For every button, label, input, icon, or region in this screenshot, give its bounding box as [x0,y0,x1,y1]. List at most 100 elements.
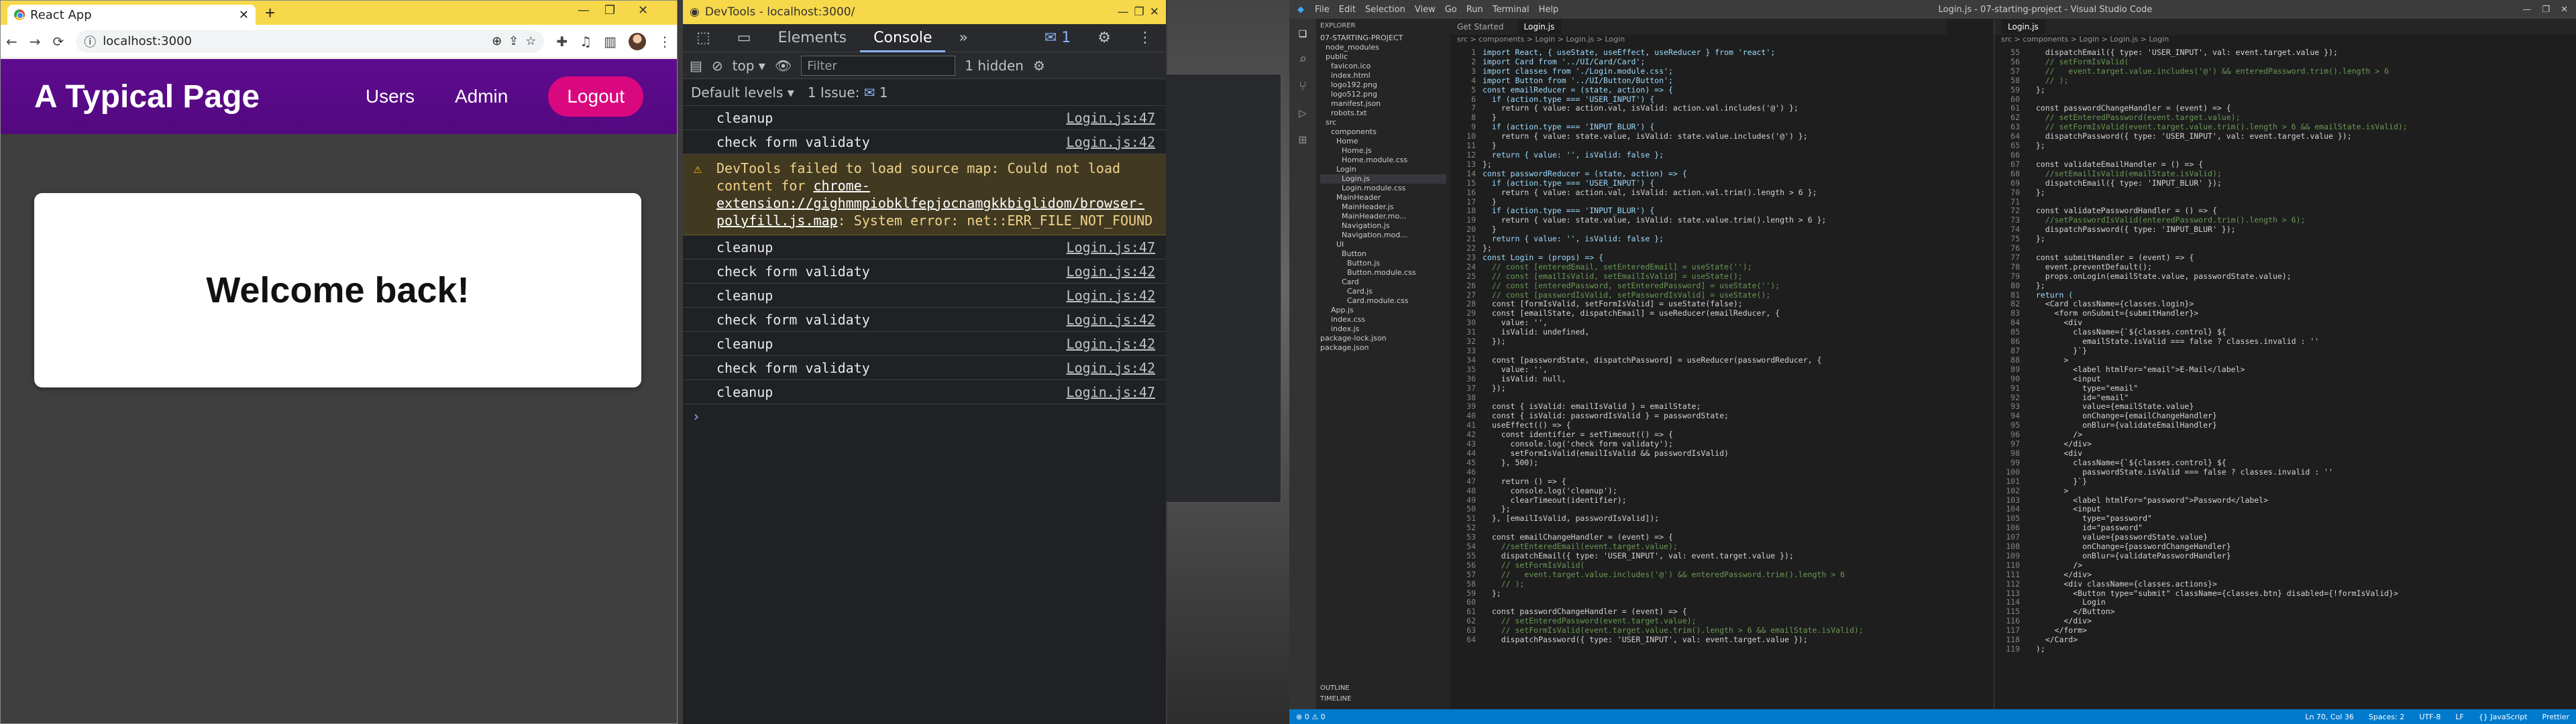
file-tree-item[interactable]: Button.js [1320,259,1446,268]
status-item[interactable]: LF [2455,713,2463,721]
tab-get-started[interactable]: Get Started [1457,22,1504,32]
tab-console[interactable]: Console [860,24,946,52]
timeline-section[interactable]: TIMELINE [1320,695,1351,704]
message-source-link[interactable]: Login.js:42 [1067,263,1155,280]
new-tab-icon[interactable]: + [265,3,275,23]
extensions-icon[interactable]: ⊞ [1289,126,1316,153]
tab-elements[interactable]: Elements [765,24,861,52]
file-tree-item[interactable]: index.css [1320,315,1446,324]
maximize-icon[interactable]: ❐ [2542,5,2550,15]
minimize-icon[interactable]: — [2522,5,2531,15]
file-tree-item[interactable]: Login.js [1320,174,1446,184]
problems-indicator[interactable]: ⊗ 0 ⚠ 0 [1296,713,1326,721]
status-item[interactable]: {} JavaScript [2479,713,2528,721]
console-settings-icon[interactable]: ⚙ [1033,58,1045,74]
filter-input[interactable]: Filter [801,55,956,76]
browser-tab[interactable]: React App ✕ [7,5,256,25]
file-tree-item[interactable]: Card.js [1320,287,1446,296]
message-source-link[interactable]: Login.js:47 [1067,384,1155,400]
file-tree-item[interactable]: Navigation.js [1320,221,1446,231]
message-source-link[interactable]: Login.js:47 [1067,110,1155,126]
search-icon[interactable]: ⌕ [1289,46,1316,72]
issues-link[interactable]: 1 Issue: ✉ 1 [808,84,888,101]
levels-dropdown[interactable]: Default levels ▾ [691,84,794,101]
menu-item[interactable]: File [1315,5,1330,15]
maximize-icon[interactable]: ❐ [604,3,615,17]
file-tree-item[interactable]: Home.module.css [1320,156,1446,165]
outline-section[interactable]: OUTLINE [1320,684,1350,693]
file-tree-item[interactable]: favicon.ico [1320,62,1446,71]
share-icon[interactable]: ⇪ [508,34,519,48]
source-control-icon[interactable]: ⑂ [1289,72,1316,99]
file-tree-item[interactable]: public [1320,52,1446,62]
close-tab-icon[interactable]: ✕ [239,8,249,22]
issues-badge[interactable]: ✉ 1 [1031,24,1084,52]
file-tree-item[interactable]: Home [1320,137,1446,146]
inspect-icon[interactable]: ⬚ [683,24,724,52]
minimize-icon[interactable]: — [578,3,590,17]
minimize-icon[interactable]: — [1118,5,1129,19]
breadcrumb-right[interactable]: src > components > Login > Login.js > Lo… [1994,35,2576,48]
kebab-icon[interactable]: ⋮ [1124,24,1166,52]
sidepanel-icon[interactable]: ▥ [604,34,616,50]
close-window-icon[interactable]: ✕ [1150,5,1159,19]
file-tree-item[interactable]: robots.txt [1320,109,1446,118]
tab-login-js-right[interactable]: Login.js [2001,19,2045,34]
file-tree-item[interactable]: package.json [1320,343,1446,353]
file-tree-item[interactable]: UI [1320,240,1446,249]
menu-item[interactable]: View [1415,5,1436,15]
message-source-link[interactable]: Login.js:42 [1067,360,1155,376]
file-tree-item[interactable]: src [1320,118,1446,127]
close-window-icon[interactable]: ✕ [638,3,648,17]
extensions-icon[interactable]: ✚ [556,34,568,50]
explorer-icon[interactable]: ❏ [1289,19,1316,46]
close-window-icon[interactable]: ✕ [2561,5,2568,15]
file-tree-item[interactable]: Card.module.css [1320,296,1446,306]
live-expression-icon[interactable]: 👁 [775,58,792,74]
file-tree-item[interactable]: App.js [1320,306,1446,315]
file-tree-item[interactable]: Login.module.css [1320,184,1446,193]
reload-icon[interactable]: ⟳ [53,34,64,50]
back-icon[interactable]: ← [6,34,17,50]
file-tree-item[interactable]: MainHeader.js [1320,202,1446,212]
file-tree-item[interactable]: index.js [1320,324,1446,334]
status-item[interactable]: Ln 70, Col 36 [2305,713,2354,721]
menu-item[interactable]: Go [1445,5,1457,15]
file-tree-item[interactable]: logo192.png [1320,80,1446,90]
avatar[interactable] [629,32,646,50]
tab-login-js[interactable]: Login.js [1517,19,1562,34]
nav-admin[interactable]: Admin [455,86,508,107]
more-tabs-icon[interactable]: » [945,24,981,52]
message-source-link[interactable]: Login.js:47 [1067,239,1155,255]
file-tree-item[interactable]: components [1320,127,1446,137]
message-source-link[interactable]: Login.js:42 [1067,312,1155,328]
file-tree-item[interactable]: node_modules [1320,43,1446,52]
file-tree-item[interactable]: index.html [1320,71,1446,80]
message-source-link[interactable]: Login.js:42 [1067,134,1155,150]
status-item[interactable]: UTF-8 [2419,713,2440,721]
file-tree-item[interactable]: manifest.json [1320,99,1446,109]
settings-icon[interactable]: ⚙ [1084,24,1124,52]
menu-icon[interactable]: ⋮ [658,34,672,50]
sidebar-toggle-icon[interactable]: ▤ [690,58,702,74]
message-source-link[interactable]: Login.js:42 [1067,288,1155,304]
debug-icon[interactable]: ▷ [1289,99,1316,126]
file-tree-item[interactable]: logo512.png [1320,90,1446,99]
context-select[interactable]: top ▾ [733,58,765,74]
address-bar[interactable]: ⓘ localhost:3000 ⊕ ⇪ ☆ [76,29,545,53]
file-tree-item[interactable]: Login [1320,165,1446,174]
code-area-right[interactable]: 55 dispatchEmail({ type: 'USER_INPUT', v… [1994,48,2576,654]
device-toolbar-icon[interactable]: ▭ [724,24,765,52]
file-tree-item[interactable]: MainHeader [1320,193,1446,202]
nav-users[interactable]: Users [366,86,415,107]
forward-icon[interactable]: → [30,34,41,50]
menu-item[interactable]: Run [1466,5,1483,15]
menu-item[interactable]: Selection [1365,5,1405,15]
status-item[interactable]: Spaces: 2 [2369,713,2404,721]
file-tree-item[interactable]: 07-STARTING-PROJECT [1320,34,1446,43]
console-prompt-icon[interactable]: › [683,404,1166,428]
menu-item[interactable]: Terminal [1493,5,1529,15]
file-tree-item[interactable]: Button [1320,249,1446,259]
file-tree-item[interactable]: MainHeader.mo... [1320,212,1446,221]
breadcrumb[interactable]: src > components > Login > Login.js > Lo… [1450,35,1947,48]
